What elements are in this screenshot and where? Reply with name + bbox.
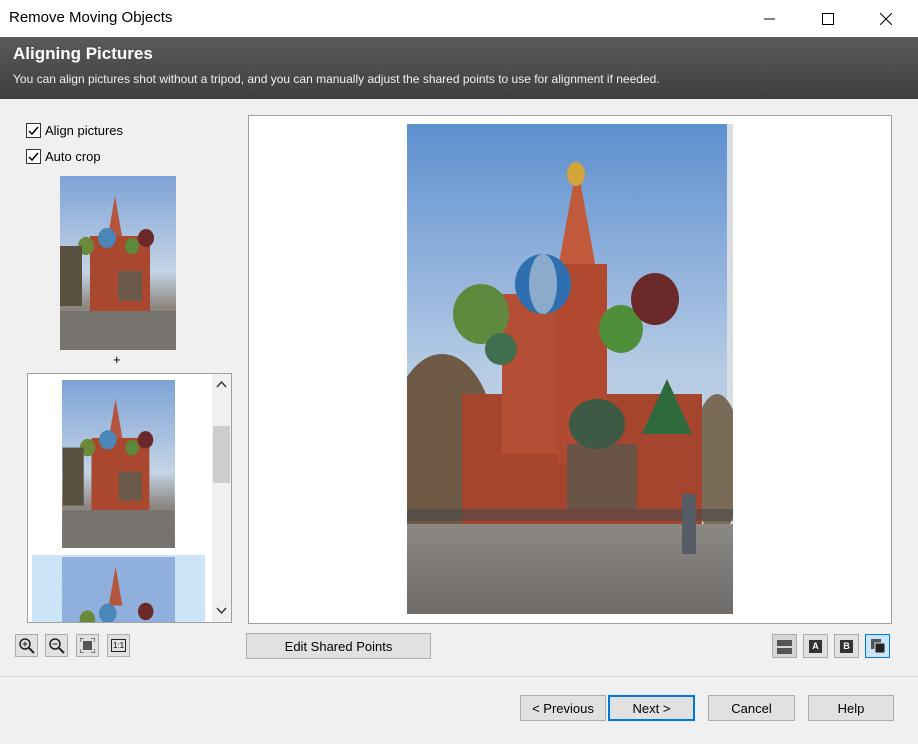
zoom-out-button[interactable] — [45, 634, 68, 657]
help-button[interactable]: Help — [808, 695, 894, 721]
previous-button[interactable]: < Previous — [520, 695, 606, 721]
plus-sign: + — [113, 352, 121, 367]
edit-shared-points-button[interactable]: Edit Shared Points — [246, 633, 431, 659]
maximize-icon — [822, 12, 834, 25]
view-a-label: A — [809, 639, 822, 653]
footer-divider — [0, 676, 918, 677]
base-picture-thumbnail[interactable] — [60, 176, 176, 350]
view-b-label: B — [840, 639, 853, 653]
minimize-button[interactable] — [747, 0, 793, 37]
checkbox-checked-icon[interactable] — [26, 123, 41, 138]
split-view-icon — [777, 639, 792, 654]
scroll-up-icon — [216, 380, 227, 388]
preview-panel — [248, 115, 892, 624]
close-icon — [880, 12, 892, 25]
list-item-thumbnail-2[interactable] — [62, 557, 175, 622]
page-subtitle: You can align pictures shot without a tr… — [13, 72, 660, 86]
zoom-in-button[interactable] — [15, 634, 38, 657]
minimize-icon — [764, 18, 775, 19]
close-button[interactable] — [863, 0, 909, 37]
view-b-button[interactable]: B — [834, 634, 859, 658]
fit-to-window-icon — [80, 638, 95, 653]
page-title: Aligning Pictures — [13, 44, 153, 63]
zoom-in-icon — [19, 638, 35, 654]
actual-size-label: 1:1 — [110, 639, 127, 652]
view-split-button[interactable] — [772, 634, 797, 658]
header-banner: Aligning Pictures You can align pictures… — [0, 37, 918, 99]
scroll-down-icon — [216, 607, 227, 615]
next-button[interactable]: Next > — [608, 695, 695, 721]
view-a-button[interactable]: A — [803, 634, 828, 658]
window-title: Remove Moving Objects — [9, 9, 173, 26]
view-overlay-button[interactable] — [865, 634, 890, 658]
picture-list[interactable] — [27, 373, 232, 623]
align-pictures-checkbox[interactable]: Align pictures — [26, 123, 123, 138]
checkbox-checked-icon[interactable] — [26, 149, 41, 164]
list-item-thumbnail-1[interactable] — [62, 380, 175, 548]
auto-crop-label: Auto crop — [45, 149, 101, 164]
fit-to-window-button[interactable] — [76, 634, 99, 657]
list-scrollbar[interactable] — [212, 374, 231, 622]
maximize-button[interactable] — [805, 0, 851, 37]
auto-crop-checkbox[interactable]: Auto crop — [26, 149, 101, 164]
scrollbar-thumb[interactable] — [213, 426, 230, 483]
overlay-view-icon — [870, 639, 885, 654]
aligned-picture-preview — [407, 124, 733, 614]
title-bar: Remove Moving Objects — [0, 0, 918, 37]
actual-size-button[interactable]: 1:1 — [107, 634, 130, 657]
align-pictures-label: Align pictures — [45, 123, 124, 138]
zoom-out-icon — [49, 638, 65, 654]
cancel-button[interactable]: Cancel — [708, 695, 795, 721]
